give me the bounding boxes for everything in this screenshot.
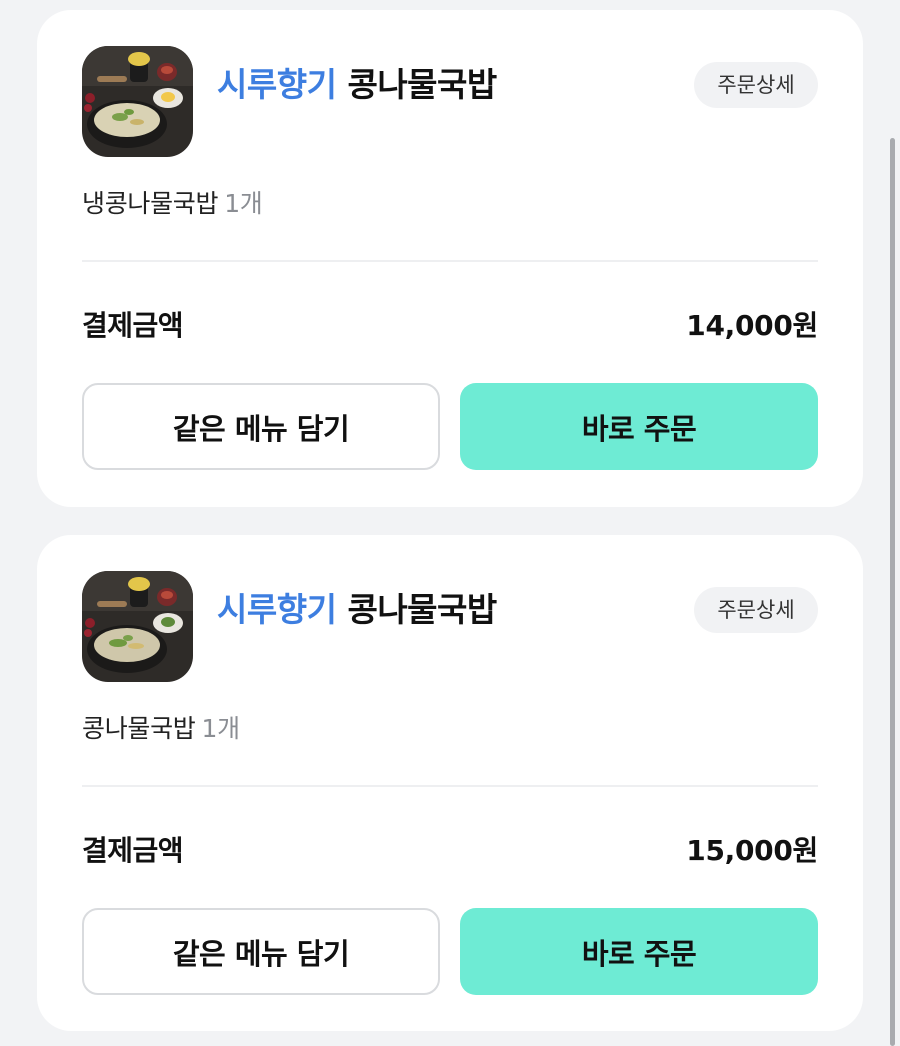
order-now-button[interactable]: 바로 주문 <box>460 908 818 995</box>
order-item: 냉콩나물국밥 1개 <box>82 184 263 220</box>
store-thumbnail[interactable] <box>82 46 193 157</box>
store-thumbnail[interactable] <box>82 571 193 682</box>
store-title[interactable]: 시루향기 콩나물국밥 <box>217 583 497 631</box>
order-now-button[interactable]: 바로 주문 <box>460 383 818 470</box>
payment-label: 결제금액 <box>82 309 184 342</box>
store-title[interactable]: 시루향기 콩나물국밥 <box>217 58 497 106</box>
item-quantity: 1개 <box>201 714 241 743</box>
payment-label: 결제금액 <box>82 834 184 867</box>
item-quantity: 1개 <box>224 189 263 218</box>
order-card: 시루향기 콩나물국밥 주문상세 콩나물국밥 1개 결제금액 15,000원 같은 … <box>37 535 863 1031</box>
order-detail-button[interactable]: 주문상세 <box>694 587 818 633</box>
order-item: 콩나물국밥 1개 <box>82 709 240 745</box>
order-detail-button[interactable]: 주문상세 <box>694 62 818 108</box>
divider <box>82 260 818 262</box>
scrollbar[interactable] <box>890 138 895 1046</box>
order-card: 시루향기 콩나물국밥 주문상세 냉콩나물국밥 1개 결제금액 14,000원 같은… <box>37 10 863 507</box>
payment-amount: 14,000원 <box>686 309 818 342</box>
add-same-menu-button[interactable]: 같은 메뉴 담기 <box>82 908 440 995</box>
payment-amount: 15,000원 <box>686 834 818 867</box>
divider <box>82 785 818 787</box>
add-same-menu-button[interactable]: 같은 메뉴 담기 <box>82 383 440 470</box>
store-brand: 시루향기 <box>217 590 337 629</box>
item-name: 콩나물국밥 <box>82 714 196 743</box>
store-name: 콩나물국밥 <box>347 590 497 629</box>
store-name: 콩나물국밥 <box>347 65 497 104</box>
item-name: 냉콩나물국밥 <box>82 189 219 218</box>
store-brand: 시루향기 <box>217 65 337 104</box>
